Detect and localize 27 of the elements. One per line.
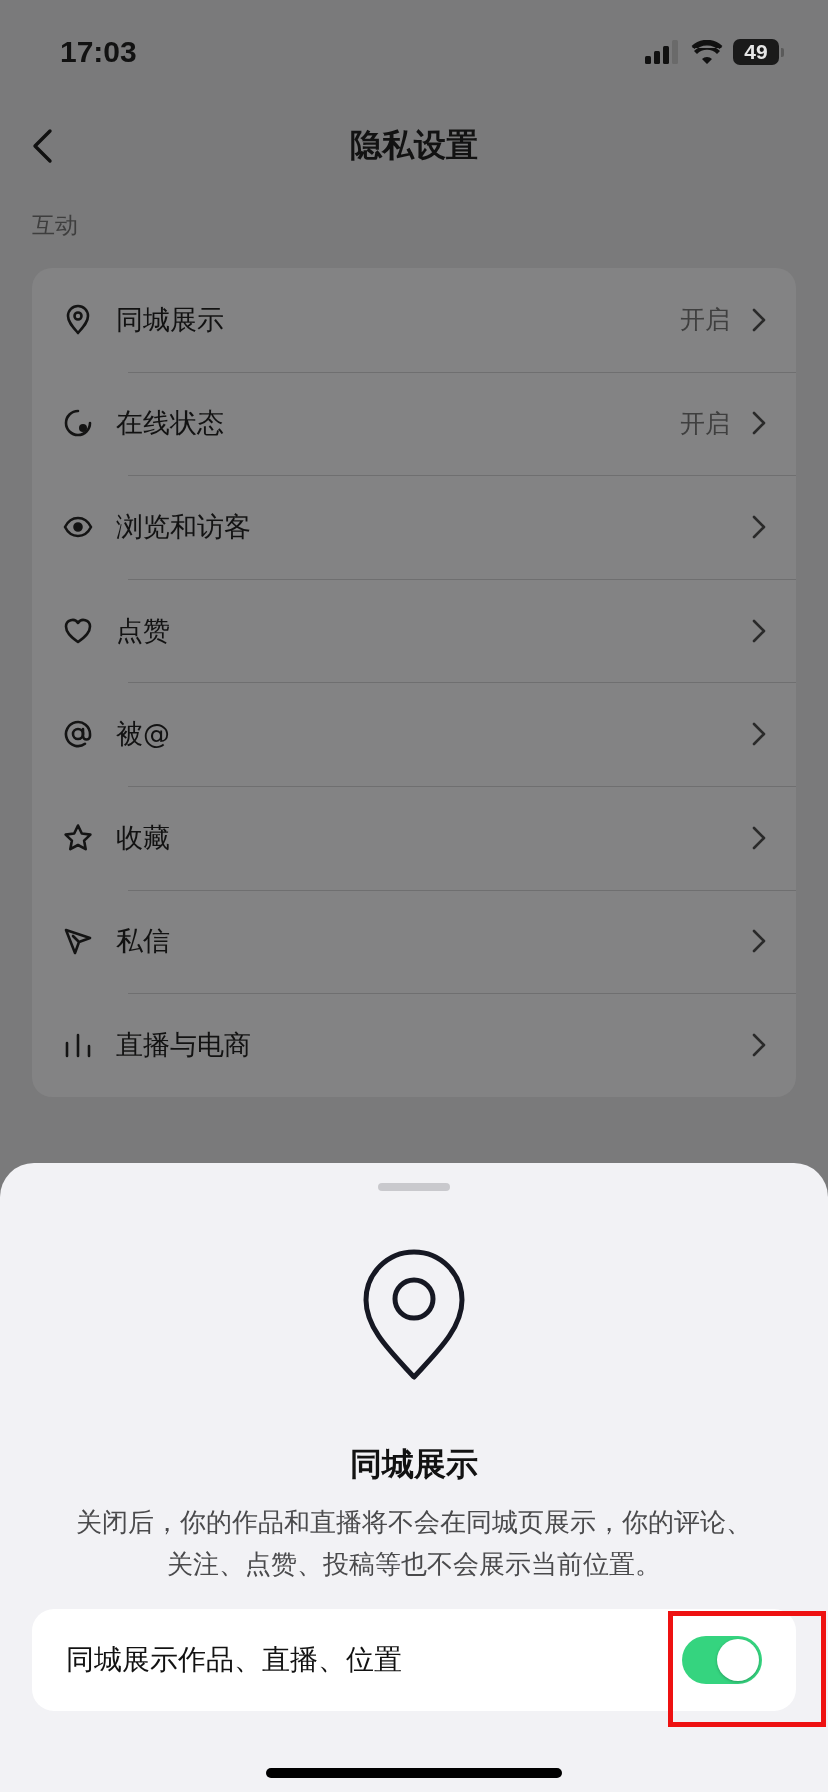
section-title: 互动 (31, 211, 79, 240)
toggle-label: 同城展示作品、直播、位置 (66, 1642, 402, 1678)
chevron-right-icon (752, 825, 766, 850)
chevron-right-icon (752, 722, 766, 747)
chevron-right-icon (752, 307, 766, 332)
sheet-handle[interactable] (378, 1183, 450, 1191)
settings-row[interactable]: 收藏 (62, 785, 796, 890)
signal-icon (645, 40, 681, 64)
chevron-right-icon (752, 515, 766, 539)
settings-row[interactable]: 被@ (62, 682, 796, 786)
chevron-right-icon (752, 618, 766, 643)
status-time: 17:03 (60, 35, 137, 69)
chevron-right-icon (752, 1032, 766, 1057)
toggle-switch[interactable] (682, 1636, 762, 1684)
chevron-right-icon (752, 929, 766, 954)
settings-row[interactable]: 直播与电商 (62, 993, 796, 1097)
settings-row[interactable]: 浏览和访客 (62, 475, 796, 579)
settings-row[interactable]: 同城展示 开启 (62, 268, 796, 372)
sheet-title: 同城展示 (350, 1444, 478, 1485)
wifi-icon (691, 40, 723, 64)
chevron-right-icon (752, 411, 766, 436)
sheet-description: 关闭后，你的作品和直播将不会在同城页展示，你的评论、关注、点赞、投稿等也不会展示当前位置。 (75, 1506, 753, 1581)
page-title: 隐私设置 (350, 125, 478, 166)
settings-row[interactable]: 在线状态 开启 (62, 371, 796, 476)
settings-row[interactable]: 点赞 (62, 578, 796, 683)
settings-row[interactable]: 私信 (62, 889, 796, 994)
location-pin-icon (362, 1249, 466, 1381)
